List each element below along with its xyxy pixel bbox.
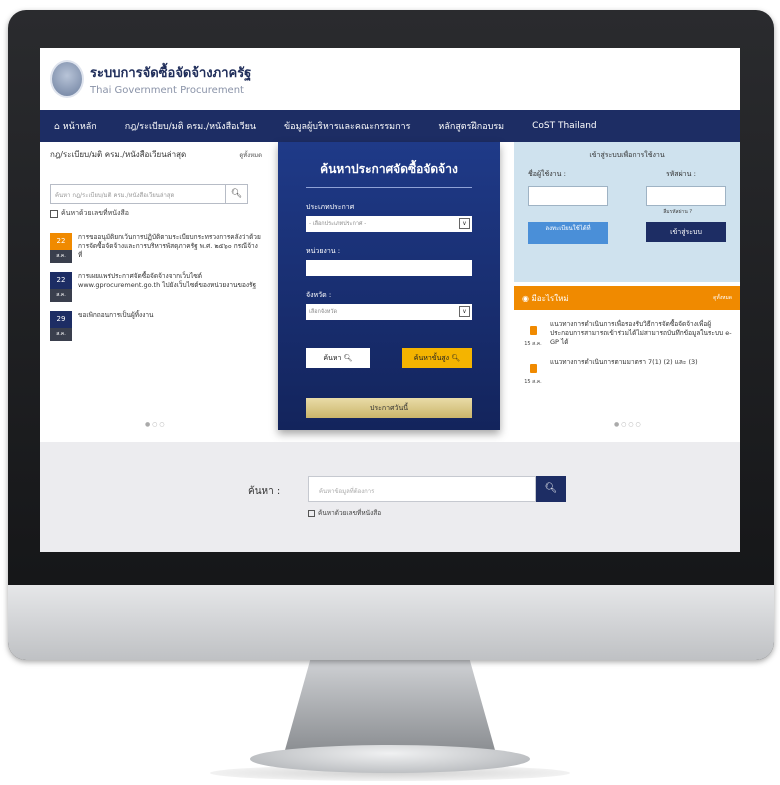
chevron-down-icon: ∨ — [459, 306, 470, 317]
checkbox-label: ค้นหาด้วยเลขที่หนังสือ — [318, 509, 382, 517]
regulations-search-input[interactable]: ค้นหา กฎ/ระเบียบ/มติ ครม./หนังสือเวียนล่… — [50, 184, 226, 204]
site-title-en: Thai Government Procurement — [90, 85, 244, 96]
advanced-search-label: ค้นหาขั้นสูง — [413, 354, 450, 362]
regulations-more-link[interactable]: ดูทั้งหมด — [239, 150, 262, 160]
province-label: จังหวัด : — [306, 291, 332, 299]
regulations-number-checkbox[interactable]: ค้นหาด้วยเลขที่หนังสือ — [50, 208, 262, 219]
search-icon: 🔍︎ — [451, 354, 461, 362]
main-navbar: ⌂ หน้าหลัก กฎ/ระเบียบ/มติ ครม./หนังสือเวี… — [40, 110, 740, 142]
main-content: กฎ/ระเบียบ/มติ ครม./หนังสือเวียนล่าสุด ด… — [40, 142, 740, 442]
password-input[interactable] — [646, 186, 726, 206]
list-item[interactable]: 15 ส.ค. แนวทางการดำเนินการตามมาตรา 7(1) … — [514, 348, 740, 386]
password-label: รหัสผ่าน : — [665, 170, 696, 178]
nav-executives[interactable]: ข้อมูลผู้บริหารและคณะกรรมการ — [270, 119, 424, 133]
regulations-search-button[interactable]: 🔍︎ — [226, 184, 248, 204]
bottom-search-button[interactable]: 🔍︎ — [536, 476, 566, 502]
regulations-title: กฎ/ระเบียบ/มติ ครม./หนังสือเวียนล่าสุด — [50, 150, 187, 159]
checkbox-box[interactable] — [50, 209, 58, 218]
search-icon: 🔍︎ — [230, 189, 243, 199]
regulations-panel: กฎ/ระเบียบ/มติ ครม./หนังสือเวียนล่าสุด ด… — [40, 142, 272, 442]
whats-new-header: ◉ มีอะไรใหม่ ดูทั้งหมด — [514, 286, 740, 310]
site-title-th: ระบบการจัดซื้อจัดจ้างภาครัฐ — [90, 66, 252, 81]
item-date: 15 ส.ค. — [524, 379, 542, 385]
agency-label: หน่วยงาน : — [306, 247, 341, 255]
announcement-type-select[interactable]: - เลือกประเภทประกาศ - ∨ — [306, 216, 472, 232]
item-text[interactable]: แนวทางการดำเนินการเพื่อรองรับวิธีการจัดซ… — [550, 320, 732, 348]
monitor-chin — [8, 585, 774, 660]
item-date: 15 ส.ค. — [524, 341, 542, 347]
whats-new-panel: ◉ มีอะไรใหม่ ดูทั้งหมด 15 ส.ค. แนวทางการ… — [514, 286, 740, 436]
site-header: ระบบการจัดซื้อจัดจ้างภาครัฐ Thai Governm… — [40, 48, 740, 110]
date-badge: 22 ส.ค. — [50, 272, 72, 302]
nav-cost-thailand[interactable]: CoST Thailand — [518, 121, 611, 131]
bottom-search-label: ค้นหา : — [248, 486, 281, 497]
list-item[interactable]: 22 ส.ค. การขออนุมัติยกเว้นการปฏิบัติตามร… — [50, 233, 262, 263]
username-label: ชื่อผู้ใช้งาน : — [528, 170, 566, 178]
news-text[interactable]: การขออนุมัติยกเว้นการปฏิบัติตามระเบียบกร… — [78, 233, 262, 263]
procurement-search-panel: ค้นหาประกาศจัดซื้อจัดจ้าง ประเภทประกาศ -… — [278, 142, 500, 430]
nav-regulations[interactable]: กฎ/ระเบียบ/มติ ครม./หนังสือเวียน — [111, 119, 270, 133]
date-month: ส.ค. — [50, 250, 72, 263]
checkbox-label: ค้นหาด้วยเลขที่หนังสือ — [61, 209, 129, 217]
carousel-dots[interactable]: ● ○ ○ ○ — [614, 421, 641, 428]
screen: ระบบการจัดซื้อจัดจ้างภาครัฐ Thai Governm… — [40, 48, 740, 552]
date-day: 22 — [50, 272, 72, 289]
monitor-stand-base — [250, 745, 530, 773]
nav-training[interactable]: หลักสูตรฝึกอบรม — [424, 119, 518, 133]
monitor-stand — [285, 660, 495, 750]
date-badge: 22 ส.ค. — [50, 233, 72, 263]
chevron-down-icon: ∨ — [459, 218, 470, 229]
date-day: 29 — [50, 311, 72, 328]
announcement-type-value: - เลือกประเภทประกาศ - — [309, 221, 367, 227]
imac-mockup: ระบบการจัดซื้อจัดจ้างภาครัฐ Thai Governm… — [0, 0, 780, 785]
login-title: เข้าสู่ระบบเพื่อการใช้งาน — [589, 151, 665, 159]
checkbox-box[interactable] — [308, 509, 315, 517]
bottom-number-checkbox[interactable]: ค้นหาด้วยเลขที่หนังสือ — [308, 508, 381, 518]
search-button-label: ค้นหา — [323, 354, 342, 362]
bottom-search-bar: ค้นหา : ค้นหาข้อมูลที่ต้องการ 🔍︎ ค้นหาด้… — [40, 442, 740, 552]
announcement-type-label: ประเภทประกาศ — [306, 203, 355, 211]
document-icon — [529, 326, 537, 335]
news-text[interactable]: การเผยแพร่ประกาศจัดซื้อจัดจ้างจากเว็บไซต… — [78, 272, 262, 302]
carousel-dots[interactable]: ● ○ ○ — [145, 421, 165, 428]
date-badge: 29 ส.ค. — [50, 311, 72, 341]
date-day: 22 — [50, 233, 72, 250]
login-button[interactable]: เข้าสู่ระบบ — [646, 222, 726, 242]
item-text[interactable]: แนวทางการดำเนินการตามมาตรา 7(1) (2) และ … — [550, 358, 698, 386]
document-icon — [529, 364, 537, 373]
bottom-search-input[interactable]: ค้นหาข้อมูลที่ต้องการ — [308, 476, 536, 502]
search-button[interactable]: ค้นหา 🔍︎ — [306, 348, 370, 368]
whats-new-more-link[interactable]: ดูทั้งหมด — [713, 294, 732, 302]
list-item[interactable]: 22 ส.ค. การเผยแพร่ประกาศจัดซื้อจัดจ้างจา… — [50, 272, 262, 302]
procurement-search-title: ค้นหาประกาศจัดซื้อจัดจ้าง — [306, 160, 472, 188]
rss-icon: ◉ — [522, 293, 529, 303]
province-select[interactable]: เลือกจังหวัด ∨ — [306, 304, 472, 320]
date-month: ส.ค. — [50, 289, 72, 302]
home-icon: ⌂ — [54, 122, 60, 132]
username-input[interactable] — [528, 186, 608, 206]
register-button[interactable]: ลงทะเบียนใช้ได้ที่ — [528, 222, 608, 244]
agency-input[interactable] — [306, 260, 472, 276]
regulations-list: 22 ส.ค. การขออนุมัติยกเว้นการปฏิบัติตามร… — [50, 233, 262, 341]
regulations-search: ค้นหา กฎ/ระเบียบ/มติ ครม./หนังสือเวียนล่… — [50, 184, 262, 204]
list-item[interactable]: 29 ส.ค. ขอเพิกถอนการเป็นผู้ทิ้งงาน — [50, 311, 262, 341]
province-value: เลือกจังหวัด — [309, 309, 338, 315]
advanced-search-button[interactable]: ค้นหาขั้นสูง 🔍︎ — [402, 348, 472, 368]
whats-new-title: มีอะไรใหม่ — [531, 293, 569, 303]
date-month: ส.ค. — [50, 328, 72, 341]
search-icon: 🔍︎ — [544, 483, 558, 494]
today-announcements-button[interactable]: ประกาศวันนี้ — [306, 398, 472, 418]
search-icon: 🔍︎ — [343, 354, 353, 362]
forgot-password-link[interactable]: ลืมรหัสผ่าน ? — [528, 208, 726, 216]
nav-home-label: หน้าหลัก — [62, 122, 97, 132]
government-seal-logo[interactable] — [50, 60, 84, 98]
list-item[interactable]: 15 ส.ค. แนวทางการดำเนินการเพื่อรองรับวิธ… — [514, 310, 740, 348]
news-text[interactable]: ขอเพิกถอนการเป็นผู้ทิ้งงาน — [78, 311, 153, 341]
nav-home[interactable]: ⌂ หน้าหลัก — [40, 119, 111, 133]
login-panel: เข้าสู่ระบบเพื่อการใช้งาน ชื่อผู้ใช้งาน … — [514, 142, 740, 282]
